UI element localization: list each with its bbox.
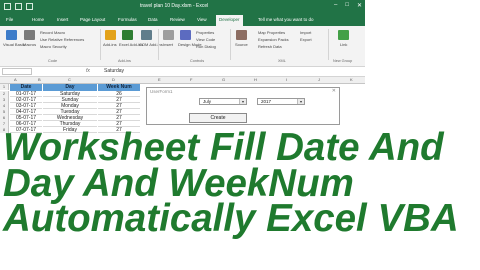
source-icon[interactable] xyxy=(236,30,247,40)
source-button[interactable]: Source xyxy=(235,42,248,47)
visual-basic-button[interactable]: Visual Basic xyxy=(3,42,25,47)
macro-security-button[interactable]: Macro Security xyxy=(40,44,67,49)
chevron-down-icon[interactable]: ▾ xyxy=(297,99,304,104)
title-line-2: Day And WeekNum xyxy=(3,161,354,205)
create-button[interactable]: Create xyxy=(189,113,247,123)
group-divider xyxy=(328,29,329,60)
column-header[interactable]: G xyxy=(222,77,225,82)
year-combobox[interactable]: 2017 ▾ xyxy=(257,98,305,105)
link-icon[interactable] xyxy=(338,30,349,40)
minimize-button[interactable]: – xyxy=(334,2,337,9)
run-dialog-button[interactable]: Run Dialog xyxy=(196,44,216,49)
view-code-button[interactable]: View Code xyxy=(196,37,215,42)
group-addins-label: Add-ins xyxy=(118,59,131,63)
tab-view[interactable]: View xyxy=(197,17,207,22)
column-header[interactable]: D xyxy=(112,77,115,82)
video-title: Worksheet Fill Date And Day And WeekNum … xyxy=(3,126,479,240)
column-header[interactable]: A xyxy=(14,77,17,82)
import-button[interactable]: Import xyxy=(300,30,311,35)
properties-button[interactable]: Properties xyxy=(196,30,214,35)
dialog-title: UserForm1 xyxy=(150,89,173,94)
table-header-weeknum[interactable]: Week Num xyxy=(98,84,140,91)
ribbon-developer: Visual Basic Macros Record Macro Use Rel… xyxy=(0,26,365,67)
undo-icon[interactable] xyxy=(15,3,22,10)
group-divider xyxy=(230,29,231,60)
userform-dialog: UserForm1 ✕ July ▾ 2017 ▾ Create xyxy=(146,87,340,125)
save-icon[interactable] xyxy=(4,3,11,10)
tab-file[interactable]: File xyxy=(6,17,13,22)
group-code-label: Code xyxy=(48,59,58,63)
excel-addins-icon[interactable] xyxy=(122,30,133,40)
export-button[interactable]: Export xyxy=(300,37,312,42)
design-mode-icon[interactable] xyxy=(180,30,191,40)
month-combobox[interactable]: July ▾ xyxy=(199,98,247,105)
title-line-1: Worksheet Fill Date And xyxy=(3,126,444,169)
redo-icon[interactable] xyxy=(26,3,33,10)
macros-icon[interactable] xyxy=(24,30,35,40)
tab-page-layout[interactable]: Page Layout xyxy=(80,17,105,22)
link-button[interactable]: Link xyxy=(340,42,347,47)
fx-icon[interactable]: fx xyxy=(86,68,90,74)
formula-bar: fx Saturday xyxy=(0,67,365,77)
column-header[interactable]: C xyxy=(68,77,71,82)
macros-button[interactable]: Macros xyxy=(23,42,36,47)
name-box[interactable] xyxy=(2,68,32,75)
visual-basic-icon[interactable] xyxy=(6,30,17,40)
map-properties-button[interactable]: Map Properties xyxy=(258,30,285,35)
ribbon-tabs: File Home Insert Page Layout Formulas Da… xyxy=(0,14,365,26)
tab-insert[interactable]: Insert xyxy=(57,17,68,22)
insert-control-button[interactable]: Insert xyxy=(163,42,173,47)
column-header[interactable]: K xyxy=(350,77,353,82)
tab-review[interactable]: Review xyxy=(170,17,185,22)
group-xml-label: XML xyxy=(278,59,286,63)
tab-home[interactable]: Home xyxy=(32,17,44,22)
row-header[interactable]: 1 xyxy=(0,84,9,90)
title-line-3: Automatically Excel VBA xyxy=(3,197,459,240)
column-header[interactable]: I xyxy=(286,77,287,82)
com-addins-icon[interactable] xyxy=(141,30,152,40)
column-header[interactable]: H xyxy=(254,77,257,82)
tab-developer[interactable]: Developer xyxy=(216,15,243,26)
column-headers: A B C D E F G H I J K xyxy=(0,77,365,84)
addins-button[interactable]: Add-ins xyxy=(103,42,117,47)
tab-data[interactable]: Data xyxy=(148,17,158,22)
refresh-data-button[interactable]: Refresh Data xyxy=(258,44,282,49)
column-header[interactable]: E xyxy=(158,77,161,82)
group-new-group-label: New Group xyxy=(333,59,353,63)
com-addins-button[interactable]: COM Add-ins xyxy=(139,42,163,47)
addins-icon[interactable] xyxy=(105,30,116,40)
group-divider xyxy=(158,29,159,60)
month-value: July xyxy=(203,99,212,104)
title-bar: travel plan 10 Day.xlsm - Excel – □ ✕ xyxy=(0,0,365,14)
insert-control-icon[interactable] xyxy=(163,30,174,40)
formula-input[interactable]: Saturday xyxy=(104,68,124,74)
group-controls-label: Controls xyxy=(190,59,205,63)
column-header[interactable]: J xyxy=(318,77,320,82)
window-title: travel plan 10 Day.xlsm - Excel xyxy=(140,3,209,9)
maximize-button[interactable]: □ xyxy=(345,2,349,9)
dialog-close-button[interactable]: ✕ xyxy=(332,88,336,94)
record-macro-button[interactable]: Record Macro xyxy=(40,30,65,35)
year-value: 2017 xyxy=(261,99,272,104)
group-divider xyxy=(100,29,101,60)
tell-me-search[interactable]: Tell me what you want to do xyxy=(258,17,314,22)
table-header-date[interactable]: Date xyxy=(10,84,42,91)
relative-references-button[interactable]: Use Relative References xyxy=(40,37,84,42)
table-header-day[interactable]: Day xyxy=(43,84,97,91)
chevron-down-icon[interactable]: ▾ xyxy=(239,99,246,104)
column-header[interactable]: F xyxy=(190,77,192,82)
column-header[interactable]: B xyxy=(38,77,41,82)
expansion-packs-button[interactable]: Expansion Packs xyxy=(258,37,289,42)
close-button[interactable]: ✕ xyxy=(357,2,362,9)
tab-formulas[interactable]: Formulas xyxy=(118,17,137,22)
quick-access-toolbar xyxy=(4,3,33,10)
